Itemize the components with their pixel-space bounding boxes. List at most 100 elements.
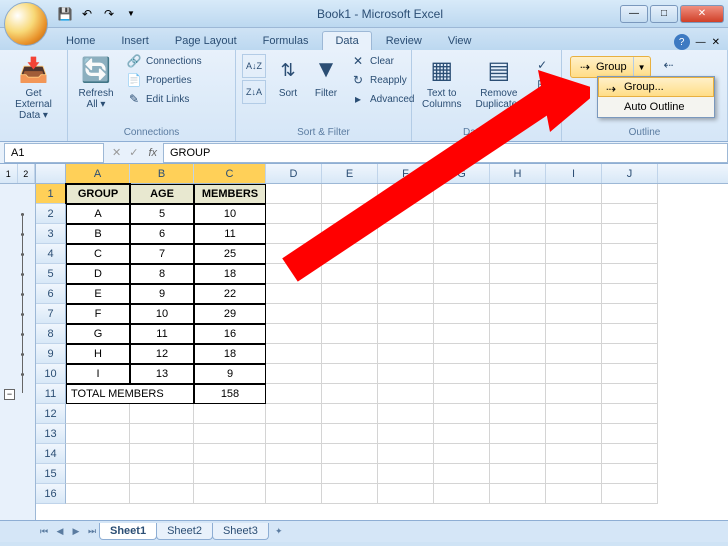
row-header[interactable]: 14: [36, 444, 66, 464]
cell[interactable]: [434, 344, 490, 364]
outline-level-2[interactable]: 2: [18, 164, 36, 183]
cell[interactable]: [378, 344, 434, 364]
cell[interactable]: 12: [130, 344, 194, 364]
cell[interactable]: [602, 344, 658, 364]
column-header-E[interactable]: E: [322, 164, 378, 183]
row-header[interactable]: 10: [36, 364, 66, 384]
cell[interactable]: [130, 464, 194, 484]
name-box[interactable]: A1: [4, 143, 104, 163]
cell[interactable]: [434, 444, 490, 464]
cell[interactable]: [194, 424, 266, 444]
cell[interactable]: [378, 424, 434, 444]
cell[interactable]: [490, 404, 546, 424]
edit-links-button[interactable]: ✎Edit Links: [122, 90, 206, 108]
cell[interactable]: 7: [130, 244, 194, 264]
column-header-I[interactable]: I: [546, 164, 602, 183]
row-header[interactable]: 12: [36, 404, 66, 424]
consolidate-button[interactable]: ⊞: [530, 75, 554, 93]
prev-sheet-icon[interactable]: ◀: [52, 524, 68, 540]
minimize-button[interactable]: —: [620, 5, 648, 23]
tab-formulas[interactable]: Formulas: [251, 32, 321, 50]
cell[interactable]: [66, 484, 130, 504]
row-header[interactable]: 11: [36, 384, 66, 404]
select-all-corner[interactable]: [36, 164, 66, 183]
new-sheet-icon[interactable]: ✦: [271, 524, 287, 540]
cell[interactable]: [322, 344, 378, 364]
sort-az-button[interactable]: A↓Z: [242, 54, 266, 78]
cell[interactable]: [602, 364, 658, 384]
cell[interactable]: [602, 384, 658, 404]
cell[interactable]: A: [66, 204, 130, 224]
first-sheet-icon[interactable]: ⏮: [36, 524, 52, 540]
reapply-filter-button[interactable]: ↻Reapply: [346, 71, 418, 89]
auto-outline-menu-item[interactable]: Auto Outline: [598, 97, 714, 117]
sheet-tab-sheet2[interactable]: Sheet2: [156, 523, 213, 540]
cell[interactable]: 8: [130, 264, 194, 284]
cell[interactable]: [490, 224, 546, 244]
row-header[interactable]: 6: [36, 284, 66, 304]
cell[interactable]: [130, 424, 194, 444]
cell[interactable]: [434, 324, 490, 344]
cell[interactable]: [378, 304, 434, 324]
cell[interactable]: 18: [194, 264, 266, 284]
cell[interactable]: G: [66, 324, 130, 344]
cell[interactable]: [266, 424, 322, 444]
cell[interactable]: [378, 464, 434, 484]
cell[interactable]: [378, 324, 434, 344]
next-sheet-icon[interactable]: ▶: [68, 524, 84, 540]
cell[interactable]: [322, 364, 378, 384]
cell[interactable]: [266, 444, 322, 464]
cell[interactable]: 9: [194, 364, 266, 384]
cell[interactable]: [378, 224, 434, 244]
cell[interactable]: 13: [130, 364, 194, 384]
cell[interactable]: [194, 484, 266, 504]
cell[interactable]: AGE: [130, 184, 194, 204]
cell[interactable]: [378, 244, 434, 264]
cell[interactable]: [378, 404, 434, 424]
row-header[interactable]: 9: [36, 344, 66, 364]
row-header[interactable]: 5: [36, 264, 66, 284]
cell[interactable]: [546, 484, 602, 504]
tab-review[interactable]: Review: [374, 32, 434, 50]
cell[interactable]: [194, 404, 266, 424]
cell[interactable]: [434, 464, 490, 484]
cell[interactable]: [546, 344, 602, 364]
cell[interactable]: [490, 204, 546, 224]
cell[interactable]: [266, 264, 322, 284]
cell[interactable]: TOTAL MEMBERS: [66, 384, 194, 404]
cell[interactable]: [322, 264, 378, 284]
refresh-all-button[interactable]: 🔄 Refresh All ▾: [72, 52, 120, 112]
cell[interactable]: 10: [194, 204, 266, 224]
cell[interactable]: [602, 324, 658, 344]
cell[interactable]: [546, 244, 602, 264]
spreadsheet-grid[interactable]: ABCDEFGHIJ 1GROUPAGEMEMBERS2A5103B6114C7…: [36, 164, 728, 520]
cell[interactable]: [66, 424, 130, 444]
remove-duplicates-button[interactable]: ▤ Remove Duplicates: [469, 52, 528, 112]
cell[interactable]: [130, 404, 194, 424]
qat-dropdown-icon[interactable]: ▼: [122, 5, 140, 23]
cell[interactable]: [378, 384, 434, 404]
fx-icon[interactable]: fx: [142, 147, 163, 159]
sheet-tab-sheet3[interactable]: Sheet3: [212, 523, 269, 540]
cell[interactable]: [322, 464, 378, 484]
outline-collapse-button[interactable]: −: [4, 389, 15, 400]
office-button[interactable]: [4, 2, 48, 46]
tab-page-layout[interactable]: Page Layout: [163, 32, 249, 50]
cell[interactable]: [266, 204, 322, 224]
cell[interactable]: [378, 264, 434, 284]
cell[interactable]: C: [66, 244, 130, 264]
cell[interactable]: [322, 324, 378, 344]
cell[interactable]: 25: [194, 244, 266, 264]
cell[interactable]: [434, 384, 490, 404]
column-header-B[interactable]: B: [130, 164, 194, 183]
column-header-H[interactable]: H: [490, 164, 546, 183]
cell[interactable]: [130, 444, 194, 464]
cell[interactable]: F: [66, 304, 130, 324]
cell[interactable]: [378, 444, 434, 464]
cell[interactable]: [602, 264, 658, 284]
row-header[interactable]: 4: [36, 244, 66, 264]
cell[interactable]: [602, 424, 658, 444]
cell[interactable]: [602, 224, 658, 244]
cell[interactable]: [546, 184, 602, 204]
row-header[interactable]: 15: [36, 464, 66, 484]
